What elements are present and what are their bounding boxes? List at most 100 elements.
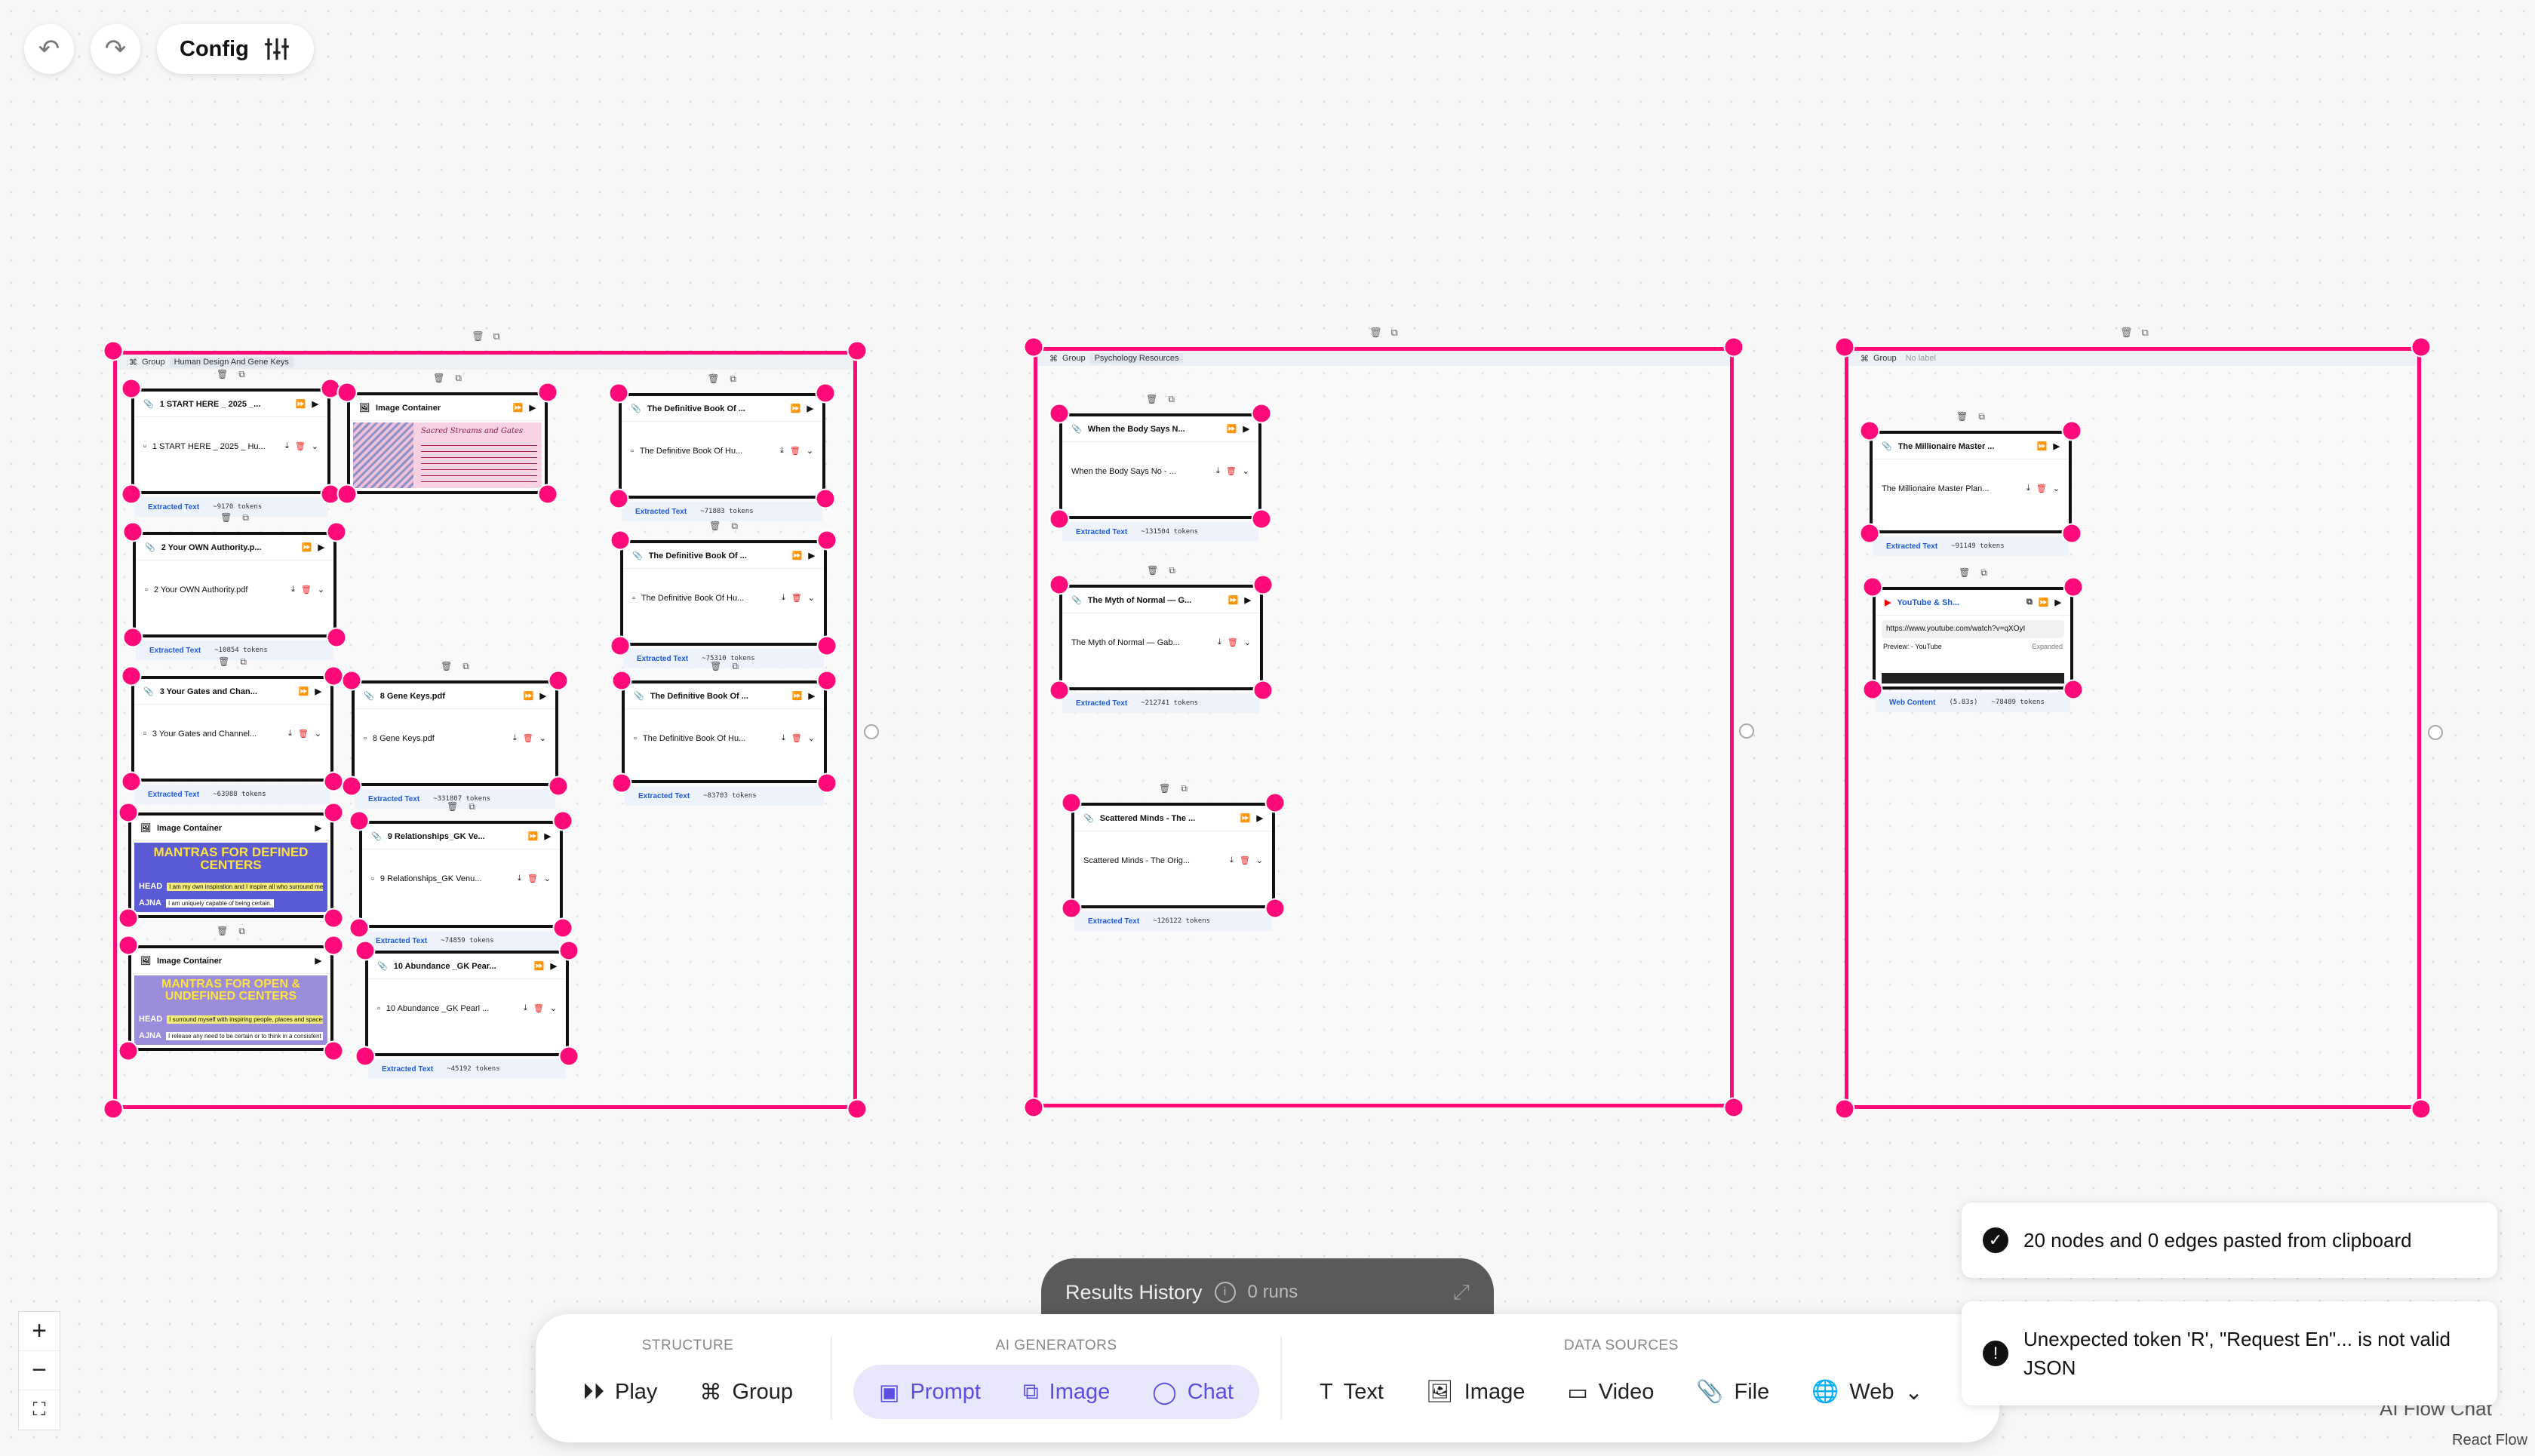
node-title[interactable]: YouTube & Sh... xyxy=(1897,598,2020,607)
group-label[interactable]: Psychology Resources xyxy=(1089,353,1184,364)
play-icon[interactable]: ▶ xyxy=(315,956,321,966)
chevron-down-icon[interactable]: ⌄ xyxy=(1256,855,1263,865)
copy-icon[interactable]: ⧉ xyxy=(455,373,462,384)
group-label[interactable]: No label xyxy=(1901,353,1940,364)
resize-handle[interactable] xyxy=(336,484,358,505)
trash-icon[interactable]: 🗑 xyxy=(1956,411,1968,422)
resize-handle[interactable] xyxy=(341,670,362,691)
delete-icon[interactable]: 🗑 xyxy=(298,729,309,739)
resize-handle[interactable] xyxy=(2063,679,2084,700)
resize-handle[interactable] xyxy=(121,665,142,687)
resize-handle[interactable] xyxy=(355,940,376,961)
trash-icon[interactable]: 🗑 xyxy=(217,369,228,380)
chevron-down-icon[interactable]: ⌄ xyxy=(312,441,318,451)
copy-icon[interactable]: ⧉ xyxy=(238,926,245,937)
file-button[interactable]: 📎 File xyxy=(1679,1365,1786,1419)
resize-handle[interactable] xyxy=(323,802,344,823)
download-icon[interactable]: ⤓ xyxy=(285,441,289,451)
resize-handle[interactable] xyxy=(121,771,142,792)
trash-icon[interactable]: 🗑 xyxy=(1159,783,1170,794)
resize-handle[interactable] xyxy=(1252,574,1274,595)
resize-handle[interactable] xyxy=(1049,508,1070,530)
config-button[interactable]: Config xyxy=(157,24,314,74)
copy-icon[interactable]: ⧉ xyxy=(240,656,247,668)
delete-icon[interactable]: 🗑 xyxy=(527,874,538,883)
chevron-down-icon[interactable]: ⌄ xyxy=(1904,1379,1922,1405)
resize-handle[interactable] xyxy=(326,521,347,542)
image-container-node[interactable]: 🗑 ⧉ 🖼 Image Container ▶ MANTRAS FOR OPEN & … xyxy=(128,926,333,1051)
trash-icon[interactable]: 🗑 xyxy=(441,661,452,672)
run-all-icon[interactable]: ⏩ xyxy=(1240,813,1251,823)
resize-handle[interactable] xyxy=(611,670,632,691)
run-all-icon[interactable]: ⏩ xyxy=(524,691,534,701)
resize-handle[interactable] xyxy=(2411,1098,2432,1120)
resize-handle[interactable] xyxy=(847,1098,868,1120)
resize-handle[interactable] xyxy=(1049,403,1070,424)
run-all-icon[interactable]: ⏩ xyxy=(2037,441,2048,451)
redo-button[interactable]: ↷ xyxy=(91,24,140,74)
copy-icon[interactable]: ⧉ xyxy=(1169,565,1175,576)
chevron-down-icon[interactable]: ⌄ xyxy=(539,733,546,743)
run-all-icon[interactable]: ⏩ xyxy=(791,404,801,413)
resize-handle[interactable] xyxy=(816,670,837,691)
delete-icon[interactable]: 🗑 xyxy=(790,446,800,456)
download-icon[interactable]: ⤓ xyxy=(1230,855,1234,865)
resize-handle[interactable] xyxy=(1023,336,1044,358)
delete-icon[interactable]: 🗑 xyxy=(523,733,533,743)
download-icon[interactable]: ⤓ xyxy=(513,733,517,743)
run-all-icon[interactable]: ⏩ xyxy=(792,691,803,701)
group-button[interactable]: ⌘ Group xyxy=(683,1365,810,1419)
resize-handle[interactable] xyxy=(610,530,631,551)
url-input[interactable]: https://www.youtube.com/watch?v=qXOyI xyxy=(1882,620,2064,638)
file-node[interactable]: 🗑 ⧉ 📎 8 Gene Keys.pdf ⏩ ▶ ▫ 8 Gene Keys.pdf ⤓ 🗑… xyxy=(352,661,558,809)
resize-handle[interactable] xyxy=(2411,336,2432,358)
resize-handle[interactable] xyxy=(816,773,837,794)
copy-icon[interactable]: ⧉ xyxy=(469,801,475,812)
delete-icon[interactable]: 🗑 xyxy=(301,585,312,594)
chevron-down-icon[interactable]: ⌄ xyxy=(808,593,815,603)
group-expand-handle[interactable] xyxy=(864,724,879,739)
web-button[interactable]: 🌐 Web ⌄ xyxy=(1795,1365,1940,1419)
trash-icon[interactable]: 🗑 xyxy=(708,373,719,385)
resize-handle[interactable] xyxy=(2061,420,2082,441)
run-all-icon[interactable]: ⏩ xyxy=(302,542,312,552)
file-node[interactable]: 🗑 ⧉ 📎 3 Your Gates and Chan... ⏩ ▶ ▫ 3 Your G… xyxy=(131,656,333,804)
resize-handle[interactable] xyxy=(558,1046,579,1067)
copy-icon[interactable]: ⧉ xyxy=(493,330,500,342)
download-icon[interactable]: ⤓ xyxy=(518,874,521,883)
chevron-down-icon[interactable]: ⌄ xyxy=(2053,484,2060,493)
download-icon[interactable]: ⤓ xyxy=(2026,484,2030,493)
resize-handle[interactable] xyxy=(1061,792,1082,813)
chevron-down-icon[interactable]: ⌄ xyxy=(1243,466,1249,476)
download-icon[interactable]: ⤓ xyxy=(524,1003,527,1013)
resize-handle[interactable] xyxy=(610,635,631,656)
download-icon[interactable]: ⤓ xyxy=(782,733,785,743)
resize-handle[interactable] xyxy=(2063,576,2084,597)
resize-handle[interactable] xyxy=(816,635,837,656)
resize-handle[interactable] xyxy=(552,917,573,938)
file-node[interactable]: 🗑 ⧉ 📎 Scattered Minds - The ... ⏩ ▶ Scattere… xyxy=(1071,783,1275,931)
resize-handle[interactable] xyxy=(323,771,344,792)
resize-handle[interactable] xyxy=(323,908,344,929)
resize-handle[interactable] xyxy=(1023,1097,1044,1118)
download-icon[interactable]: ⤓ xyxy=(291,585,295,594)
resize-handle[interactable] xyxy=(611,773,632,794)
resize-handle[interactable] xyxy=(326,627,347,648)
success-toast[interactable]: ✓ 20 nodes and 0 edges pasted from clipb… xyxy=(1962,1203,2497,1278)
copy-icon[interactable]: ⧉ xyxy=(1181,783,1188,794)
react-flow-attribution[interactable]: React Flow xyxy=(2452,1432,2527,1449)
web-node[interactable]: 🗑 ⧉ ▶ YouTube & Sh... ⧉ ⏩ ▶ https://www.youtu… xyxy=(1873,567,2073,712)
resize-handle[interactable] xyxy=(323,935,344,956)
resize-handle[interactable] xyxy=(815,382,836,404)
trash-icon[interactable]: 🗑 xyxy=(1146,394,1157,405)
download-icon[interactable]: ⤓ xyxy=(1216,466,1220,476)
run-all-icon[interactable]: ⏩ xyxy=(299,687,309,696)
group-expand-handle[interactable] xyxy=(2428,725,2443,740)
download-icon[interactable]: ⤓ xyxy=(782,593,785,603)
resize-handle[interactable] xyxy=(548,670,569,691)
download-icon[interactable]: ⤓ xyxy=(1218,637,1221,647)
trash-icon[interactable]: 🗑 xyxy=(472,330,484,342)
expand-icon[interactable]: ⤢ xyxy=(1453,1280,1470,1305)
resize-handle[interactable] xyxy=(1252,680,1274,701)
resize-handle[interactable] xyxy=(103,1098,124,1120)
